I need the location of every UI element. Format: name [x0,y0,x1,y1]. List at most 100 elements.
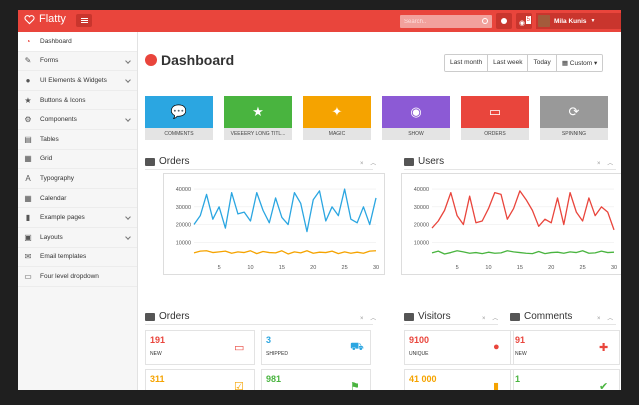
calendar-icon: ▦ [24,193,32,203]
orders-chart-controls: × ︿ [360,158,376,167]
search-input[interactable] [400,15,492,28]
tile-orders[interactable]: ▭ ORDERS [461,96,529,140]
plus-icon: ✚ [599,342,609,354]
sidebar-item-example-pages[interactable]: ▮ Example pages [18,208,137,228]
comments-box-title: Comments [524,311,573,322]
sidebar-item-typography[interactable]: A Typography [18,169,137,189]
magic-icon: ✦ [331,104,343,119]
folder-icon: ▭ [24,271,32,281]
refresh-icon: ⟳ [568,104,580,119]
tile-label: ORDERS [461,128,529,140]
users-chart-title: Users [418,156,445,167]
brand[interactable]: Flatty [24,13,66,25]
sidebar-item-four-level-dropdown[interactable]: ▭ Four level dropdown [18,267,137,287]
visitors-box-title: Visitors [418,311,451,322]
notifications-button[interactable]: ◉ 5 [516,13,532,29]
y-tick-label: 40000 [414,187,429,193]
sidebar-item-forms[interactable]: ✎ Forms [18,52,137,72]
tile-magic[interactable]: ✦ MAGIC [303,96,371,140]
sidebar-item-label: Typography [40,174,74,182]
page-title-text: Dashboard [161,52,235,68]
comments-icon: 💬 [170,104,188,119]
sidebar-item-dashboard[interactable]: ◔ Dashboard [18,32,137,52]
orders-chart-title: Orders [159,156,190,167]
book-icon: ▮ [25,213,31,223]
sidebar-item-grid[interactable]: ▦ Grid [18,150,137,170]
y-tick-label: 30000 [414,205,429,211]
check-square-icon: ☑ [234,381,244,390]
theme-button[interactable] [496,13,512,29]
y-tick-label: 20000 [176,223,191,229]
tile-face: ◉ [382,96,450,128]
range-today-button[interactable]: Today [528,55,557,71]
main-content: Dashboard Last month Last week Today ▦ C… [138,32,621,390]
close-icon[interactable]: × [360,316,364,322]
sidebar-item-ui-elements-widgets[interactable]: ● UI Elements & Widgets [18,71,137,91]
chevron-up-icon[interactable]: ︿ [492,316,498,322]
chevron-up-icon[interactable]: ︿ [370,316,376,322]
range-custom-button[interactable]: ▦ Custom ▾ [556,55,603,71]
sidebar-item-email-templates[interactable]: ✉ Email templates [18,248,137,268]
stat-value: 1 [515,374,521,384]
sidebar-item-label: Dashboard [40,37,72,45]
chevron-up-icon[interactable]: ︿ [607,161,613,167]
menu-toggle-button[interactable] [76,14,92,27]
stat-card-pageviews: 41 000PAGEVIEWS▮ [404,369,514,390]
x-tick-label: 30 [611,265,617,271]
check-icon: ✔ [599,381,609,390]
chevron-up-icon[interactable]: ︿ [607,316,613,322]
tile-show[interactable]: ◉ SHOW [382,96,450,140]
star-icon: ★ [252,104,264,119]
chevron-up-icon[interactable]: ︿ [370,161,376,167]
inbox-icon [145,157,155,166]
sidebar-item-layouts[interactable]: ▣ Layouts [18,228,137,248]
tile-label: COMMENTS [145,128,213,140]
sidebar: ◔ Dashboard ✎ Forms ● UI Elements & Widgets ★ B… [18,32,138,390]
divider [510,324,616,325]
sidebar-item-tables[interactable]: ▤ Tables [18,130,137,150]
sidebar-item-components[interactable]: ⚙ Components [18,110,137,130]
sidebar-item-label: UI Elements & Widgets [40,76,107,84]
visitors-box-controls: × ︿ [482,313,498,322]
range-custom-label: Custom [569,60,593,67]
chevron-down-icon [125,214,131,221]
range-last-week-button[interactable]: Last week [488,55,529,71]
text-icon: A [25,173,31,183]
app-window: Flatty ◉ 5 Mila Kunis ▼ ◔ Dashboard ✎ Forms… [18,10,621,390]
divider [145,324,373,325]
y-tick-label: 30000 [176,205,191,211]
tile-comments[interactable]: 💬 COMMENTS [145,96,213,140]
user-menu[interactable]: Mila Kunis ▼ [536,13,621,29]
eye-icon: ◉ [410,104,422,119]
stat-value: 311 [150,374,165,384]
tile-face: ▭ [461,96,529,128]
sidebar-item-calendar[interactable]: ▦ Calendar [18,189,137,209]
inbox-icon: ▭ [488,104,502,119]
close-icon[interactable]: × [597,161,601,167]
truck-icon: ⛟ [350,341,364,353]
caret-down-icon: ▾ [593,60,598,67]
users-icon [404,157,414,166]
sidebar-item-buttons-icons[interactable]: ★ Buttons & Icons [18,91,137,111]
chevron-down-icon [125,116,131,123]
page-title: Dashboard [145,52,234,68]
stat-value: 9100 [409,335,430,345]
sidebar-item-label: Email templates [40,253,87,261]
close-icon[interactable]: × [360,161,364,167]
y-tick-label: 10000 [414,240,429,246]
tile-spinning[interactable]: ⟳ SPINNING [540,96,608,140]
visitors-box-header: Visitors [404,311,451,322]
divider [145,169,373,170]
y-tick-label: 40000 [176,187,191,193]
grid-icon: ▦ [24,154,32,164]
range-last-month-button[interactable]: Last month [445,55,489,71]
close-icon[interactable]: × [482,316,486,322]
dashboard-icon: ◔ [25,36,31,46]
orders-series-0-line [193,188,377,233]
users-chart-svg: 10000 20000 30000 40000 5 10 15 20 25 30 [414,187,617,271]
stat-card-unique: 9100 UNIQUE ● [404,330,514,365]
close-icon[interactable]: × [597,316,601,322]
inbox-icon: ▭ [234,342,245,354]
tile-veeeery-long-titl[interactable]: ★ VEEEERY LONG TITL... [224,96,292,140]
table-icon: ▤ [24,134,32,144]
